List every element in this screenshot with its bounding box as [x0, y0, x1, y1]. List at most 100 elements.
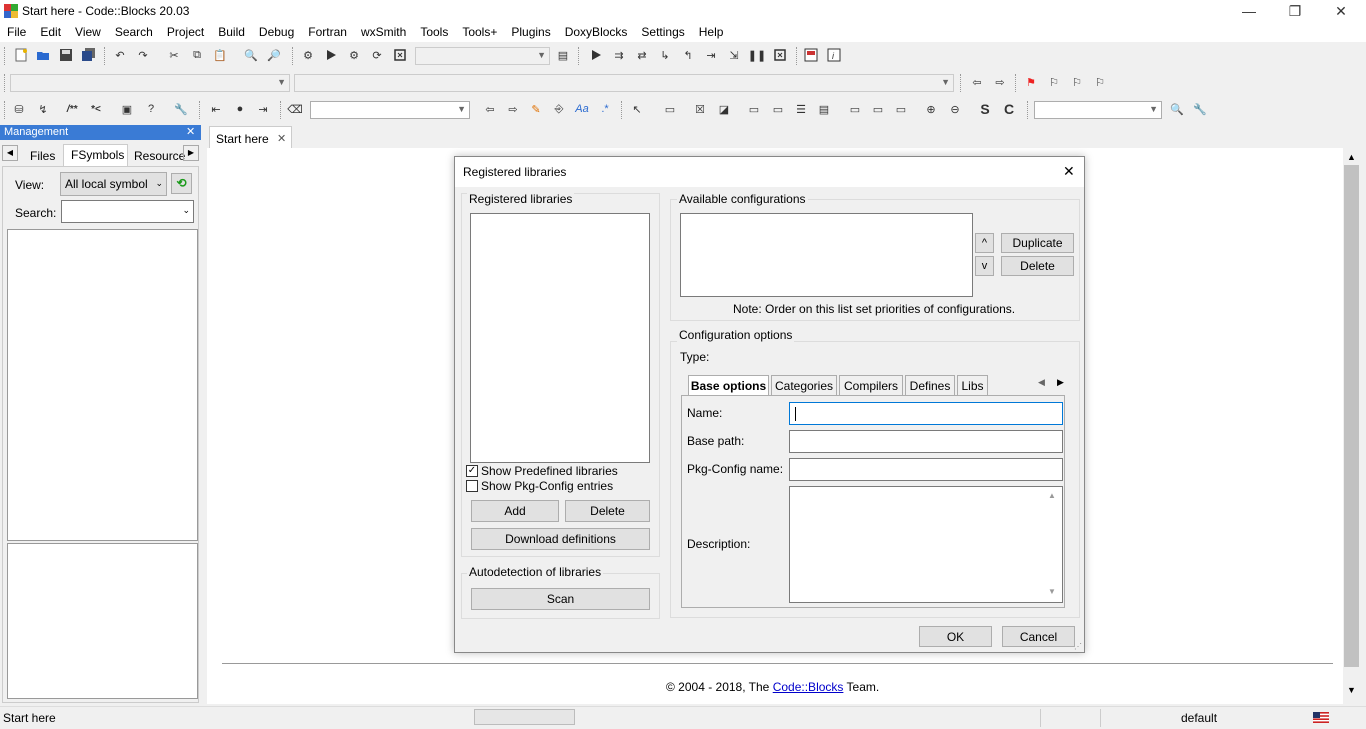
tab-files[interactable]: Files	[30, 149, 55, 163]
menu-wxsmith[interactable]: wxSmith	[354, 25, 413, 39]
close-icon[interactable]: ✕	[186, 125, 195, 138]
scroll-up-icon[interactable]: ▲	[1347, 152, 1356, 162]
stop-debug-icon[interactable]	[772, 47, 788, 63]
name-input[interactable]	[789, 402, 1063, 425]
resize-grip-icon[interactable]: ⋰	[1074, 642, 1082, 651]
target-dialog-icon[interactable]: ▤	[555, 47, 571, 63]
symbol-details[interactable]	[7, 543, 198, 699]
menu-help[interactable]: Help	[692, 25, 731, 39]
menu-search[interactable]: Search	[108, 25, 160, 39]
block-comment-icon[interactable]: /**	[64, 101, 80, 117]
show-predefined-checkbox[interactable]: ✓	[466, 465, 478, 477]
shape-3-icon[interactable]: ▭	[893, 101, 909, 117]
tab-resources[interactable]: Resource	[134, 149, 185, 163]
restore-button[interactable]: ❐	[1272, 0, 1318, 22]
pointer-icon[interactable]: ↖	[629, 101, 645, 117]
tab-defines[interactable]: Defines	[905, 375, 955, 395]
symbols-tree[interactable]	[7, 229, 198, 541]
replace-icon[interactable]: 🔎	[266, 47, 282, 63]
menu-doxyblocks[interactable]: DoxyBlocks	[558, 25, 635, 39]
layout-1-icon[interactable]: ▭	[746, 101, 762, 117]
selected-text-icon[interactable]: ⎆	[551, 101, 567, 117]
layout-2-icon[interactable]: ▭	[770, 101, 786, 117]
menu-settings[interactable]: Settings	[634, 25, 691, 39]
doxywizard-icon[interactable]: ⛁	[11, 101, 27, 117]
ok-button[interactable]: OK	[919, 626, 992, 647]
config-wrench-icon[interactable]: 🔧	[173, 101, 189, 117]
dialog-close-icon[interactable]: ✕	[1063, 163, 1075, 180]
scroll-down-icon[interactable]: ▼	[1048, 587, 1056, 596]
description-textarea[interactable]: ▲ ▼	[789, 486, 1063, 603]
scroll-up-icon[interactable]: ▲	[1048, 491, 1056, 500]
step-instruction-icon[interactable]: ⇲	[726, 47, 742, 63]
rebuild-icon[interactable]: ⟳	[369, 47, 385, 63]
run-to-cursor-icon[interactable]: ⇉	[611, 47, 627, 63]
step-out-icon[interactable]: ↰	[680, 47, 696, 63]
checkbox-shape-icon[interactable]: ☒	[692, 101, 708, 117]
configurations-list[interactable]	[680, 213, 973, 297]
menu-fortran[interactable]: Fortran	[301, 25, 354, 39]
toolbar-grip[interactable]	[292, 47, 296, 65]
scroll-down-icon[interactable]: ▼	[1347, 685, 1356, 695]
match-case-icon[interactable]: Aa	[574, 101, 590, 117]
layout-3-icon[interactable]: ☰	[793, 101, 809, 117]
debug-windows-icon[interactable]	[803, 47, 819, 63]
pause-icon[interactable]: ❚❚	[748, 47, 766, 63]
menu-file[interactable]: File	[0, 25, 33, 39]
layout-4-icon[interactable]: ▤	[816, 101, 832, 117]
close-tab-icon[interactable]: ✕	[277, 132, 286, 145]
copy-icon[interactable]: ⧉	[189, 47, 205, 63]
bookmark-next-icon[interactable]: ⚐	[1069, 74, 1085, 90]
bookmark-clear-icon[interactable]: ⚐	[1092, 74, 1108, 90]
delete-configuration-button[interactable]: Delete	[1001, 256, 1074, 276]
symbol-search-input[interactable]: ▼	[1034, 101, 1162, 119]
add-library-button[interactable]: Add	[471, 500, 559, 522]
pkg-config-input[interactable]	[789, 458, 1063, 481]
undo-icon[interactable]: ↶	[112, 47, 128, 63]
tab-scroll-right-icon[interactable]: ▶	[1057, 377, 1064, 388]
save-icon[interactable]	[58, 47, 74, 63]
toolbar-grip[interactable]	[199, 101, 203, 119]
zoom-out-icon[interactable]: ⊖	[947, 101, 963, 117]
tab-scroll-left-icon[interactable]: ◀	[2, 145, 18, 161]
box-icon[interactable]: ▭	[662, 101, 678, 117]
tab-fsymbols[interactable]: FSymbols	[71, 148, 124, 162]
symbol-s-icon[interactable]: S	[977, 101, 993, 117]
paste-icon[interactable]: 📋	[212, 47, 228, 63]
menu-tools[interactable]: Tools	[413, 25, 455, 39]
search-prev-icon[interactable]: ⇦	[482, 101, 498, 117]
view-select[interactable]: All local symbol ⌄	[60, 172, 167, 196]
settings-wrench-icon[interactable]: 🔧	[1192, 101, 1208, 117]
minimize-button[interactable]: —	[1226, 0, 1272, 22]
search-next-icon[interactable]: ⇨	[505, 101, 521, 117]
toolbar-grip[interactable]	[960, 74, 964, 92]
new-file-icon[interactable]	[13, 47, 29, 63]
symbol-c-icon[interactable]: C	[1001, 101, 1017, 117]
editor-scrollbar[interactable]: ▲ ▼	[1343, 148, 1360, 704]
find-icon[interactable]: 🔍	[243, 47, 259, 63]
menu-project[interactable]: Project	[160, 25, 211, 39]
duplicate-button[interactable]: Duplicate	[1001, 233, 1074, 253]
move-down-button[interactable]: v	[975, 256, 994, 276]
toolbar-grip[interactable]	[621, 101, 625, 119]
build-target-select[interactable]: ▼	[415, 47, 550, 65]
next-line-icon[interactable]: ⇄	[634, 47, 650, 63]
base-path-input[interactable]	[789, 430, 1063, 453]
tab-base-options[interactable]: Base options	[688, 375, 769, 395]
scroll-thumb[interactable]	[1344, 165, 1359, 667]
toolbar-grip[interactable]	[1027, 101, 1031, 119]
tab-libs[interactable]: Libs	[957, 375, 988, 395]
download-definitions-button[interactable]: Download definitions	[471, 528, 650, 550]
libraries-list[interactable]	[470, 213, 650, 463]
clear-icon[interactable]: ⌫	[287, 101, 303, 117]
jump-start-icon[interactable]: ⇤	[208, 101, 224, 117]
step-into-icon[interactable]: ↳	[657, 47, 673, 63]
debug-start-icon[interactable]	[588, 47, 604, 63]
run-icon[interactable]	[323, 47, 339, 63]
toolbar-grip[interactable]	[578, 47, 582, 65]
build-gear-icon[interactable]: ⚙	[300, 47, 316, 63]
jump-back-icon[interactable]: ⇦	[969, 74, 985, 90]
scope-select[interactable]: ▼	[10, 74, 290, 92]
show-pkgconfig-checkbox[interactable]	[466, 480, 478, 492]
next-instruction-icon[interactable]: ⇥	[703, 47, 719, 63]
